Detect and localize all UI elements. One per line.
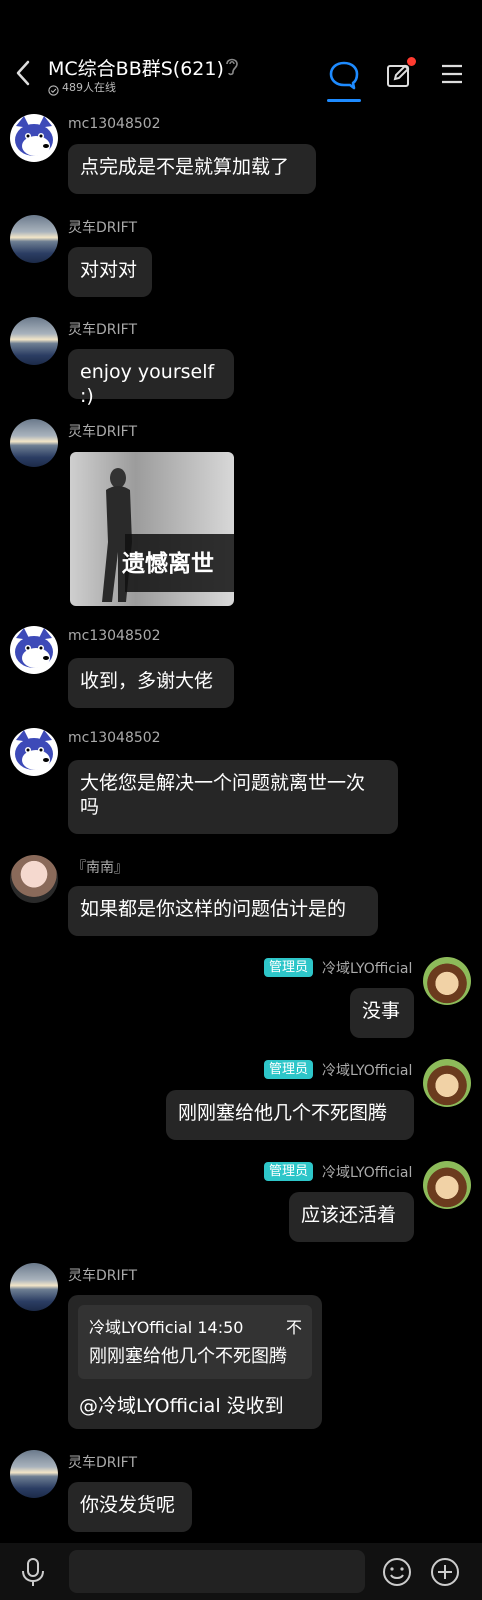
- message-line: 吗: [80, 796, 100, 818]
- message-bubble[interactable]: 应该还活着: [289, 1192, 414, 1242]
- walking-figure-icon: [102, 468, 234, 602]
- message-bubble[interactable]: 刚刚塞给他几个不死图腾: [166, 1090, 414, 1140]
- notification-dot: [407, 57, 416, 66]
- quote-extra: 不: [286, 1318, 303, 1337]
- sender-name: 冷域LYOfficial: [322, 961, 413, 977]
- avatar[interactable]: [10, 728, 58, 776]
- avatar[interactable]: [423, 1161, 471, 1209]
- avatar[interactable]: [10, 419, 58, 467]
- sender-name: 冷域LYOfficial: [322, 1165, 413, 1181]
- admin-badge: 管理员: [264, 1162, 314, 1181]
- back-arrow-icon: [16, 60, 30, 86]
- chat-bubble-icon: [329, 61, 359, 90]
- message-text: @冷域LYOfficial 没收到: [79, 1395, 284, 1417]
- avatar[interactable]: [10, 215, 58, 263]
- quote-header: 冷域LYOfficial 14:50: [89, 1318, 244, 1337]
- emoji-button[interactable]: [382, 1557, 412, 1591]
- menu-icon: [442, 64, 462, 84]
- sender-name: mc13048502: [68, 628, 161, 644]
- admin-badge: 管理员: [264, 1060, 314, 1079]
- emoji-icon: [383, 1558, 411, 1586]
- message-bubble[interactable]: 没事: [350, 988, 414, 1038]
- message-bubble[interactable]: 对对对: [68, 247, 152, 297]
- message-input[interactable]: [69, 1550, 365, 1593]
- sender-name: 灵车DRIFT: [68, 322, 137, 338]
- message-bubble[interactable]: 冷域LYOfficial 14:50 不 刚刚塞给他几个不死图腾 @冷域LYOf…: [68, 1295, 322, 1429]
- message-bubble[interactable]: 大佬您是解决一个问题就离世一次 吗: [68, 760, 398, 834]
- message-bubble[interactable]: 收到，多谢大佬: [68, 658, 234, 708]
- more-button[interactable]: [430, 1557, 460, 1591]
- sender-name: 灵车DRIFT: [68, 424, 137, 440]
- sender-name: 冷域LYOfficial: [322, 1063, 413, 1079]
- back-button[interactable]: [10, 58, 38, 88]
- avatar[interactable]: [10, 1263, 58, 1311]
- tab-chat[interactable]: [328, 60, 360, 94]
- microphone-icon: [22, 1558, 44, 1586]
- admin-badge: 管理员: [264, 958, 314, 977]
- avatar[interactable]: [423, 957, 471, 1005]
- sender-name: 『南南』: [72, 860, 128, 876]
- avatar[interactable]: [10, 114, 58, 162]
- ear-icon[interactable]: [224, 56, 240, 80]
- message-bubble[interactable]: 点完成是不是就算加载了: [68, 144, 316, 194]
- avatar[interactable]: [10, 1450, 58, 1498]
- avatar[interactable]: [423, 1059, 471, 1107]
- sticker-caption: 遗憾离世: [122, 551, 214, 577]
- online-status-icon: [48, 81, 59, 100]
- quoted-message[interactable]: 冷域LYOfficial 14:50 不 刚刚塞给他几个不死图腾: [78, 1305, 312, 1379]
- sender-name: 灵车DRIFT: [68, 220, 137, 236]
- avatar[interactable]: [10, 855, 58, 903]
- page-title: MC综合BB群S(621): [48, 58, 224, 80]
- tab-edit[interactable]: [386, 62, 412, 92]
- avatar[interactable]: [10, 626, 58, 674]
- avatar[interactable]: [10, 317, 58, 365]
- sender-name: 灵车DRIFT: [68, 1268, 137, 1284]
- plus-icon: [431, 1558, 459, 1586]
- menu-button[interactable]: [441, 64, 463, 88]
- sender-name: 灵车DRIFT: [68, 1455, 137, 1471]
- online-count: 489人在线: [62, 81, 116, 94]
- active-tab-indicator: [327, 99, 361, 102]
- sticker-image[interactable]: 遗憾离世: [70, 452, 234, 606]
- quote-text: 刚刚塞给他几个不死图腾: [89, 1346, 287, 1367]
- sender-name: mc13048502: [68, 116, 161, 132]
- message-bubble[interactable]: enjoy yourself :): [68, 349, 234, 407]
- message-bubble[interactable]: 如果都是你这样的问题估计是的: [68, 886, 378, 936]
- message-line: 大佬您是解决一个问题就离世一次: [80, 772, 366, 794]
- edit-icon: [387, 64, 410, 87]
- message-bubble[interactable]: 你没发货呢: [68, 1482, 192, 1532]
- voice-button[interactable]: [20, 1557, 46, 1591]
- sender-name: mc13048502: [68, 730, 161, 746]
